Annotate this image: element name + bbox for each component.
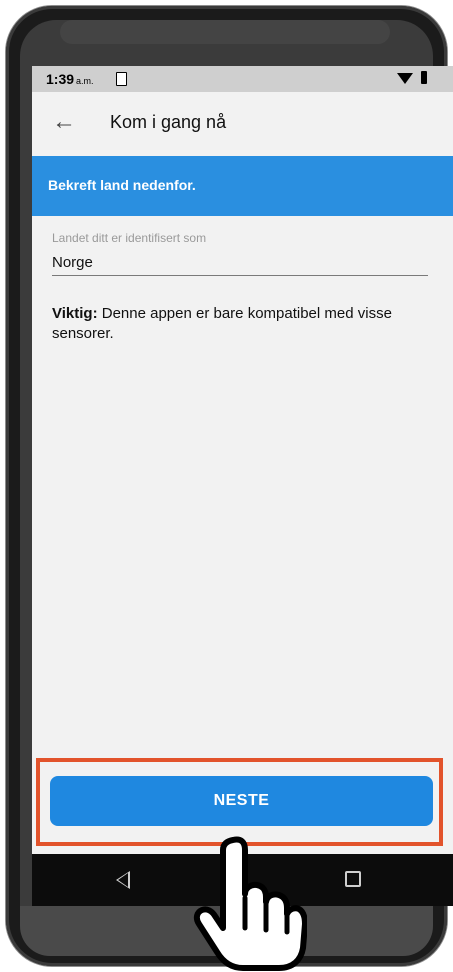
status-ampm: a.m. xyxy=(76,76,94,86)
country-field-underline xyxy=(52,275,428,276)
back-arrow-icon[interactable]: ← xyxy=(52,110,76,134)
wifi-icon xyxy=(397,73,413,84)
next-button[interactable]: NESTE xyxy=(50,776,433,826)
compatibility-note: Viktig: Denne appen er bare kompatibel m… xyxy=(52,304,437,344)
note-label: Viktig: xyxy=(52,305,98,322)
hand-pointer-icon xyxy=(193,836,307,971)
nav-recents-icon[interactable] xyxy=(345,871,361,887)
app-bar: ← Kom i gang nå xyxy=(32,92,453,156)
info-banner: Bekreft land nedenfor. xyxy=(32,156,453,216)
banner-text: Bekreft land nedenfor. xyxy=(48,177,196,193)
status-bar: 1:39 a.m. xyxy=(32,66,453,92)
country-field-value[interactable]: Norge xyxy=(52,254,93,271)
device-screen: 1:39 a.m. ← Kom i gang nå Bekreft land ne… xyxy=(32,66,453,906)
bezel-top xyxy=(60,20,390,44)
country-field-label: Landet ditt er identifisert som xyxy=(52,231,207,245)
page-title: Kom i gang nå xyxy=(110,112,227,132)
battery-icon xyxy=(421,71,427,84)
sim-card-icon xyxy=(116,72,127,86)
status-time: 1:39 a.m. xyxy=(46,71,94,87)
note-text: Denne appen er bare kompatibel med visse… xyxy=(52,305,392,342)
nav-back-icon[interactable] xyxy=(116,871,130,889)
